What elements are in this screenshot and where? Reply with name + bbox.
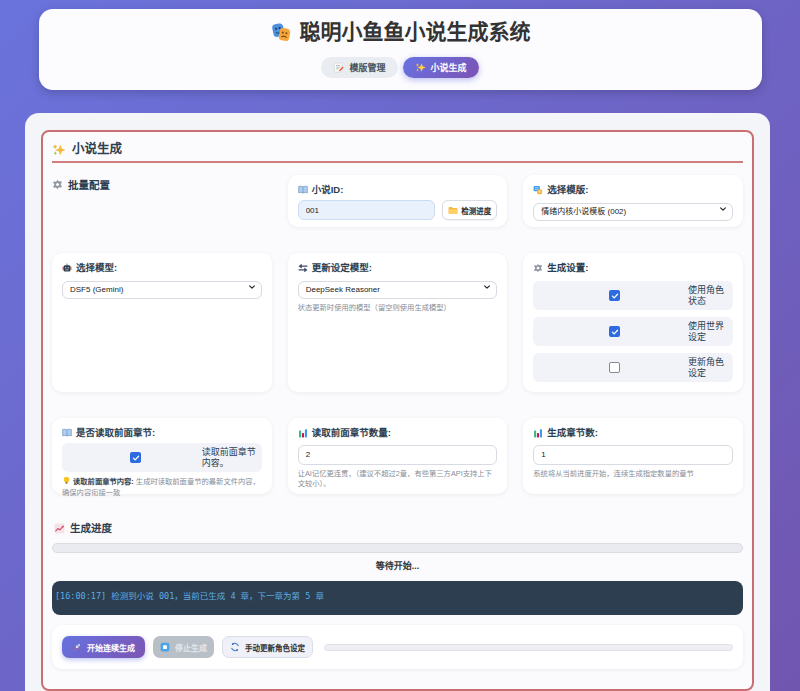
option-label: 读取前面章节内容。 [202, 447, 257, 469]
section-title: 小说生成 [52, 142, 743, 163]
read-count-panel: 读取前面章节数量: 让AI记忆更连贯，（建议不超过2章，有些第三方API支持上下… [288, 418, 508, 494]
rocket-icon [72, 642, 82, 652]
config-grid: 批量配置 小说ID: [52, 175, 743, 494]
update-model-label: 更新设定模型: [298, 262, 498, 274]
generation-settings-panel: 生成设置: 使用角色状态 使用世界 [523, 253, 743, 392]
refresh-icon [230, 642, 240, 652]
masks-icon [270, 21, 292, 43]
template-cards-icon [533, 185, 543, 195]
open-book-icon [298, 185, 308, 195]
read-count-label: 读取前面章节数量: [298, 427, 498, 439]
chapter-count-label: 生成章节数: [533, 427, 733, 439]
page-title: 聪明小鱼鱼小说生成系统 [39, 20, 762, 44]
option-label: 更新角色设定 [688, 357, 728, 379]
chapter-count-input[interactable] [533, 445, 733, 465]
bar-chart-icon [533, 428, 543, 438]
novel-generation-card: 小说生成 批量配置 小说ID: [41, 130, 754, 691]
progress-status: 等待开始... [52, 559, 743, 573]
progress-bar [52, 543, 743, 553]
log-console: [16:00:17] 检测到小说 001，当前已生成 4 章，下一章为第 5 章 [52, 581, 743, 615]
sparkles-icon [52, 143, 66, 157]
batch-config-header: 批量配置 [52, 177, 272, 192]
generation-settings-label: 生成设置: [533, 262, 733, 274]
log-line: [16:00:17] 检测到小说 001，当前已生成 4 章，下一章为第 5 章 [55, 589, 740, 603]
stop-icon [160, 642, 170, 652]
progress-section-header: 生成进度 [54, 521, 743, 536]
gear-icon [533, 263, 543, 273]
bulb-icon [62, 476, 71, 485]
novel-id-input[interactable] [298, 200, 436, 220]
bar-chart-icon [298, 428, 308, 438]
detect-progress-button[interactable]: 检测进度 [442, 200, 497, 220]
chapter-count-panel: 生成章节数: 系统将从当前进度开始，连续生成指定数量的章节 [523, 418, 743, 494]
update-model-select[interactable]: DeepSeek Reasoner [298, 281, 498, 299]
checkbox-update-character-setting[interactable] [609, 362, 620, 373]
chart-up-icon [54, 523, 65, 534]
update-model-hint: 状态更新时使用的模型（留空则使用生成模型） [298, 303, 498, 314]
start-generation-button[interactable]: 开始连续生成 [62, 636, 145, 658]
option-row-update-character-setting[interactable]: 更新角色设定 [533, 353, 733, 382]
novel-id-row: 检测进度 [298, 200, 498, 220]
template-panel: 选择模版: 情绪内核小说模板 (002) [523, 175, 743, 227]
checkbox-read-previous[interactable] [130, 452, 141, 463]
read-count-hint: 让AI记忆更连贯，（建议不超过2章，有些第三方API支持上下文较小）。 [298, 469, 498, 490]
checkbox-use-character-state[interactable] [609, 290, 620, 301]
template-select[interactable]: 情绪内核小说模板 (002) [533, 203, 733, 221]
check-icon [611, 292, 619, 300]
sparkles-icon [415, 62, 426, 73]
update-model-panel: 更新设定模型: DeepSeek Reasoner 状态更新时使用的模型（留空则… [288, 253, 508, 392]
model-select[interactable]: DSF5 (Gemini) [62, 281, 262, 299]
manual-update-button[interactable]: 手动更新角色设定 [222, 636, 313, 658]
stop-generation-button[interactable]: 停止生成 [153, 636, 214, 658]
option-row-use-character-state[interactable]: 使用角色状态 [533, 281, 733, 310]
option-row-read-previous[interactable]: 读取前面章节内容。 [62, 443, 262, 472]
check-icon [132, 454, 140, 462]
option-label: 使用世界设定 [688, 321, 728, 343]
update-model-select-wrap: DeepSeek Reasoner [298, 278, 498, 299]
model-label: 选择模型: [62, 262, 262, 274]
novel-id-panel: 小说ID: 检测进度 [288, 175, 508, 227]
read-previous-hint: 读取前面章节内容: 生成时读取前面章节的最新文件内容，确保内容衔接一致 [62, 476, 262, 498]
check-icon [611, 328, 619, 336]
folder-icon [448, 206, 458, 215]
model-select-wrap: DSF5 (Gemini) [62, 278, 262, 299]
read-previous-panel: 是否读取前面章节: 读取前面章节内容。 读取前面章节内容: 生 [52, 418, 272, 494]
read-count-input[interactable] [298, 445, 498, 465]
main-container: 小说生成 批量配置 小说ID: [25, 113, 770, 691]
chapter-count-hint: 系统将从当前进度开始，连续生成指定数量的章节 [533, 469, 733, 480]
option-label: 使用角色状态 [688, 285, 728, 307]
robot-icon [62, 263, 72, 273]
tab-novel-generation[interactable]: 小说生成 [403, 57, 479, 78]
gear-icon [52, 179, 63, 190]
template-label: 选择模版: [533, 184, 733, 196]
read-previous-label: 是否读取前面章节: [62, 427, 262, 439]
tab-bar: 模版管理 小说生成 [39, 57, 762, 78]
checkbox-use-world-setting[interactable] [609, 326, 620, 337]
memo-icon [333, 62, 344, 73]
refresh-icon [298, 263, 308, 273]
actions-bar: 开始连续生成 停止生成 手动更新角色设定 [52, 625, 743, 669]
tab-template-management[interactable]: 模版管理 [321, 57, 397, 78]
app-header: 聪明小鱼鱼小说生成系统 模版管理 小说生成 [39, 9, 762, 90]
chapter-progress-bar [324, 644, 733, 651]
novel-id-label: 小说ID: [298, 184, 498, 196]
option-row-use-world-setting[interactable]: 使用世界设定 [533, 317, 733, 346]
template-select-wrap: 情绪内核小说模板 (002) [533, 200, 733, 221]
model-panel: 选择模型: DSF5 (Gemini) [52, 253, 272, 392]
open-book-icon [62, 428, 72, 438]
